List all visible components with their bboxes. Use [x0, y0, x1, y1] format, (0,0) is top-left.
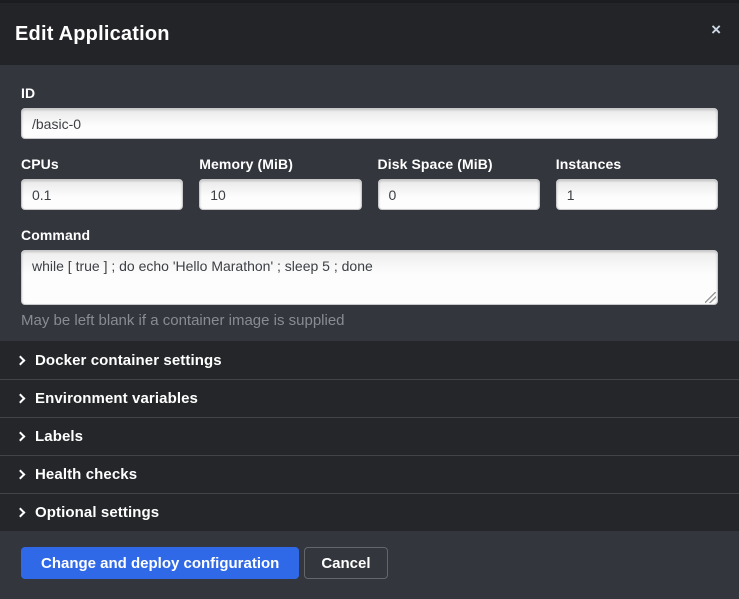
disk-field-group: Disk Space (MiB) [378, 156, 540, 210]
modal-header: Edit Application × [0, 3, 739, 65]
edit-application-modal: Edit Application × ID CPUs Memory (MiB) … [0, 0, 739, 599]
chevron-right-icon [16, 394, 26, 404]
command-label: Command [21, 227, 718, 243]
command-textarea[interactable]: while [ true ] ; do echo 'Hello Marathon… [21, 250, 718, 305]
section-label: Health checks [35, 466, 137, 483]
instances-field-group: Instances [556, 156, 718, 210]
section-environment-variables[interactable]: Environment variables [0, 379, 739, 417]
command-textarea-wrap: while [ true ] ; do echo 'Hello Marathon… [21, 250, 718, 305]
id-input[interactable] [21, 108, 718, 139]
instances-label: Instances [556, 156, 718, 172]
chevron-right-icon [16, 470, 26, 480]
memory-input[interactable] [199, 179, 361, 210]
chevron-right-icon [16, 508, 26, 518]
disk-input[interactable] [378, 179, 540, 210]
chevron-right-icon [16, 355, 26, 365]
collapsible-sections: Docker container settings Environment va… [0, 341, 739, 531]
section-docker-container-settings[interactable]: Docker container settings [0, 341, 739, 379]
command-help-text: May be left blank if a container image i… [21, 312, 718, 329]
modal-body: ID CPUs Memory (MiB) Disk Space (MiB) In… [0, 65, 739, 341]
close-icon[interactable]: × [709, 17, 723, 42]
command-field-group: Command while [ true ] ; do echo 'Hello … [21, 227, 718, 329]
id-label: ID [21, 85, 718, 101]
change-and-deploy-button[interactable]: Change and deploy configuration [21, 547, 299, 579]
section-label: Docker container settings [35, 352, 222, 369]
section-health-checks[interactable]: Health checks [0, 455, 739, 493]
memory-field-group: Memory (MiB) [199, 156, 361, 210]
section-label: Labels [35, 428, 83, 445]
instances-input[interactable] [556, 179, 718, 210]
cpus-input[interactable] [21, 179, 183, 210]
memory-label: Memory (MiB) [199, 156, 361, 172]
resources-row: CPUs Memory (MiB) Disk Space (MiB) Insta… [21, 156, 718, 210]
cancel-button[interactable]: Cancel [304, 547, 387, 579]
modal-title: Edit Application [15, 23, 170, 46]
section-labels[interactable]: Labels [0, 417, 739, 455]
disk-label: Disk Space (MiB) [378, 156, 540, 172]
section-label: Optional settings [35, 504, 159, 521]
section-optional-settings[interactable]: Optional settings [0, 493, 739, 531]
resize-handle-icon[interactable] [705, 292, 716, 303]
cpus-label: CPUs [21, 156, 183, 172]
section-label: Environment variables [35, 390, 198, 407]
chevron-right-icon [16, 432, 26, 442]
modal-footer: Change and deploy configuration Cancel [0, 531, 739, 599]
id-field-group: ID [21, 85, 718, 139]
cpus-field-group: CPUs [21, 156, 183, 210]
